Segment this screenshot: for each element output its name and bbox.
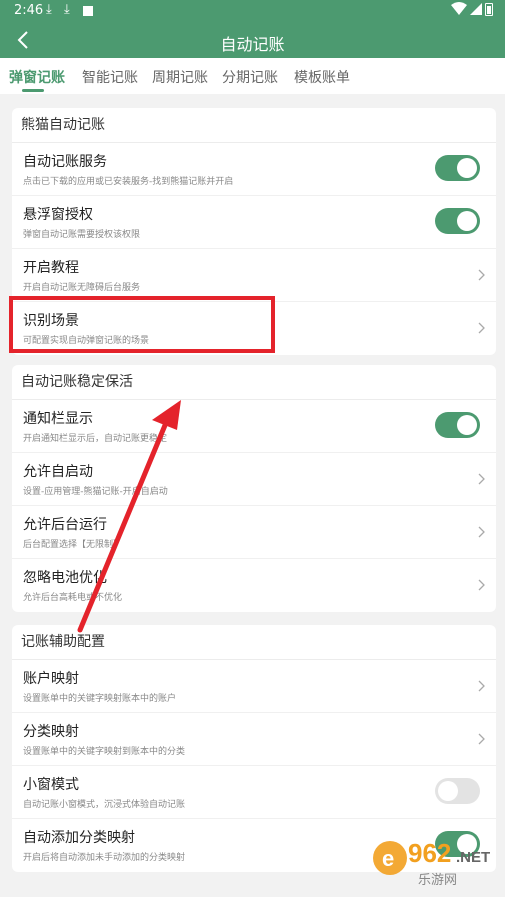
site-watermark-logo: e 962 .NET 乐游网 [373, 838, 490, 888]
app-bar: 2:46 ⤓ ⤓ 自动记账 [0, 0, 505, 58]
notification-icon [83, 6, 93, 16]
row-description: 自动记账小窗模式，沉浸式体验自动记账 [23, 800, 186, 810]
row-overlay-permission[interactable]: 悬浮窗授权 弹窗自动记账需要授权该权限 [12, 196, 496, 249]
chevron-right-icon [478, 322, 485, 334]
signal-icon [470, 3, 482, 15]
wifi-icon [451, 2, 467, 15]
tab-popup-bookkeeping[interactable]: 弹窗记账 [9, 67, 65, 87]
row-label: 忽略电池优化 [23, 570, 107, 586]
row-label: 账户映射 [23, 671, 79, 687]
section-title: 自动记账稳定保活 [12, 365, 496, 400]
row-auto-service[interactable]: 自动记账服务 点击已下载的应用或已安装服务-找到熊猫记账并开启 [12, 143, 496, 196]
row-label: 允许自启动 [23, 464, 93, 480]
svg-text:e: e [382, 846, 394, 871]
notification-display-toggle[interactable] [435, 412, 480, 438]
overlay-permission-toggle[interactable] [435, 208, 480, 234]
section-title: 熊猫自动记账 [12, 108, 496, 143]
row-label: 分类映射 [23, 724, 79, 740]
row-tutorial[interactable]: 开启教程 开启自动记账无障碍后台服务 [12, 249, 496, 302]
row-description: 设置账单中的关键字映射账本中的账户 [23, 694, 177, 704]
row-label: 小窗模式 [23, 777, 79, 793]
download-icon: ⤓ [64, 2, 70, 17]
row-label: 自动记账服务 [23, 154, 107, 170]
row-label: 悬浮窗授权 [23, 207, 93, 223]
chevron-right-icon [478, 473, 485, 485]
row-category-mapping[interactable]: 分类映射 设置账单中的关键字映射到账本中的分类 [12, 713, 496, 766]
toggle-knob [457, 158, 477, 178]
tab-periodic-bookkeeping[interactable]: 周期记账 [152, 67, 208, 87]
tab-template-bills[interactable]: 模板账单 [294, 67, 350, 87]
chevron-right-icon [478, 579, 485, 591]
section-stability: 自动记账稳定保活 通知栏显示 开启通知栏显示后，自动记账更稳定 允许自启动 设置… [12, 365, 496, 612]
tab-smart-bookkeeping[interactable]: 智能记账 [82, 67, 138, 87]
row-description: 允许后台高耗电或不优化 [23, 593, 123, 603]
row-label: 允许后台运行 [23, 517, 107, 533]
row-description: 点击已下载的应用或已安装服务-找到熊猫记账并开启 [23, 177, 234, 187]
row-label: 通知栏显示 [23, 411, 93, 427]
page-title: 自动记账 [220, 35, 285, 54]
row-background-run[interactable]: 允许后台运行 后台配置选择【无限制】 [12, 506, 496, 559]
watermark-brand: 962 [408, 838, 451, 868]
status-time: 2:46 [14, 3, 44, 18]
watermark-name: 乐游网 [418, 873, 457, 888]
row-notification-display[interactable]: 通知栏显示 开启通知栏显示后，自动记账更稳定 [12, 400, 496, 453]
row-description: 开启自动记账无障碍后台服务 [23, 283, 141, 293]
row-label: 自动添加分类映射 [23, 830, 135, 846]
row-account-mapping[interactable]: 账户映射 设置账单中的关键字映射账本中的账户 [12, 660, 496, 713]
status-bar: 2:46 ⤓ ⤓ [0, 0, 505, 22]
chevron-right-icon [478, 526, 485, 538]
row-description: 设置账单中的关键字映射到账本中的分类 [23, 747, 186, 757]
toggle-knob [438, 781, 458, 801]
row-description: 开启通知栏显示后，自动记账更稳定 [23, 434, 168, 444]
row-battery-optimization[interactable]: 忽略电池优化 允许后台高耗电或不优化 [12, 559, 496, 612]
section-title: 记账辅助配置 [12, 625, 496, 660]
row-label: 开启教程 [23, 260, 79, 276]
tab-bar: 弹窗记账 智能记账 周期记账 分期记账 模板账单 [0, 58, 505, 94]
toggle-knob [457, 415, 477, 435]
battery-icon [485, 3, 493, 16]
auto-service-toggle[interactable] [435, 155, 480, 181]
row-mini-window[interactable]: 小窗模式 自动记账小窗模式，沉浸式体验自动记账 [12, 766, 496, 819]
tab-installment-bookkeeping[interactable]: 分期记账 [222, 67, 278, 87]
chevron-right-icon [478, 680, 485, 692]
svg-text:.NET: .NET [456, 849, 490, 866]
toggle-knob [457, 211, 477, 231]
chevron-right-icon [478, 733, 485, 745]
row-description: 开启后将自动添加未手动添加的分类映射 [23, 853, 186, 863]
highlight-box [9, 296, 275, 353]
chevron-right-icon [478, 269, 485, 281]
download-icon: ⤓ [46, 2, 52, 17]
row-auto-start[interactable]: 允许自启动 设置-应用管理-熊猫记账-开启自启动 [12, 453, 496, 506]
row-description: 设置-应用管理-熊猫记账-开启自启动 [23, 487, 168, 497]
mini-window-toggle[interactable] [435, 778, 480, 804]
row-description: 弹窗自动记账需要授权该权限 [23, 230, 141, 240]
row-description: 后台配置选择【无限制】 [23, 540, 123, 550]
tab-indicator [22, 89, 44, 92]
